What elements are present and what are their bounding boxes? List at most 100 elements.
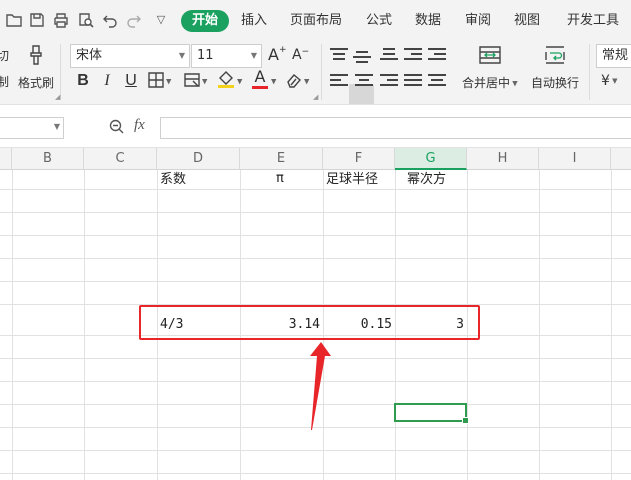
cell-g-header[interactable]: 幂次方 <box>407 171 446 189</box>
grid-line <box>0 473 631 474</box>
redo-icon[interactable] <box>125 11 143 29</box>
grid-line <box>0 189 631 190</box>
cut-button[interactable]: 切 <box>0 47 9 64</box>
distributed-align-icon[interactable] <box>428 73 446 89</box>
decrease-indent-icon[interactable] <box>404 47 422 63</box>
column-header-i[interactable]: I <box>539 148 611 170</box>
tab-view[interactable]: 视图 <box>514 10 540 32</box>
formula-input[interactable] <box>160 117 631 139</box>
menu-bar: ▽ 开始 插入 页面布局 公式 数据 审阅 视图 开发工具 <box>0 0 631 40</box>
chevron-down-icon[interactable]: ▼ <box>237 74 242 88</box>
grid-line <box>0 450 631 451</box>
number-format-select[interactable]: 常规 <box>596 44 631 68</box>
grid-line <box>539 170 540 480</box>
tab-formulas[interactable]: 公式 <box>366 10 392 32</box>
chevron-down-icon: ▼ <box>510 79 518 88</box>
tab-developer[interactable]: 开发工具 <box>567 10 619 32</box>
font-color-swatch <box>252 86 268 89</box>
justify-icon[interactable] <box>404 73 422 89</box>
merge-center-label: 合并居中 <box>462 76 511 90</box>
annotation-arrow <box>310 342 331 430</box>
merge-center-icon[interactable] <box>478 44 502 69</box>
font-color-icon[interactable]: A <box>252 69 268 89</box>
chevron-down-icon[interactable]: ▼ <box>271 74 276 88</box>
grid-line <box>0 235 631 236</box>
quick-access-dropdown-icon[interactable]: ▽ <box>152 11 170 29</box>
grid-line <box>0 281 631 282</box>
bold-button[interactable]: B <box>74 70 92 92</box>
italic-button[interactable]: I <box>98 70 116 92</box>
chevron-down-icon: ▼ <box>53 122 60 131</box>
column-header-c[interactable]: C <box>84 148 157 170</box>
chevron-down-icon[interactable]: ▼ <box>166 74 171 88</box>
open-file-icon[interactable] <box>5 11 23 29</box>
column-header-f[interactable]: F <box>323 148 395 170</box>
name-box[interactable]: ▼ <box>0 117 64 139</box>
dialog-launcher-icon[interactable]: ◢ <box>55 93 60 101</box>
fill-color-icon[interactable] <box>216 69 236 92</box>
clear-format-icon[interactable] <box>285 71 303 92</box>
zoom-icon[interactable] <box>108 118 126 139</box>
chevron-down-icon: ▼ <box>250 51 257 60</box>
font-size-value: 11 <box>197 48 214 63</box>
column-header-b[interactable]: B <box>12 148 84 170</box>
cell-f-header[interactable]: 足球半径 <box>326 171 378 189</box>
grid-line <box>0 212 631 213</box>
grid-line <box>84 170 85 480</box>
align-middle-icon[interactable] <box>353 50 371 66</box>
column-header-d[interactable]: D <box>157 148 240 170</box>
format-painter-icon[interactable] <box>24 43 48 67</box>
formula-bar: ▼ fx <box>0 104 631 148</box>
tab-insert[interactable]: 插入 <box>241 10 267 32</box>
tab-data[interactable]: 数据 <box>415 10 441 32</box>
wrap-text-label[interactable]: 自动换行 <box>531 74 579 91</box>
cell-e-header[interactable]: π <box>276 170 284 188</box>
align-top-icon[interactable] <box>330 47 348 63</box>
cell-style-icon[interactable] <box>183 71 201 92</box>
tab-review[interactable]: 审阅 <box>465 10 491 32</box>
divider <box>589 44 590 100</box>
chevron-down-icon[interactable]: ▼ <box>304 74 309 88</box>
increase-indent-icon[interactable] <box>428 47 446 63</box>
print-preview-icon[interactable] <box>77 11 95 29</box>
increase-font-size-icon[interactable]: A+ <box>268 45 287 64</box>
borders-icon[interactable] <box>147 71 165 92</box>
align-right-icon[interactable] <box>380 73 398 89</box>
number-format-value: 常规 <box>602 48 629 63</box>
cell-d-header[interactable]: 系数 <box>160 171 186 189</box>
font-color-glyph: A <box>254 67 266 86</box>
highlight-box <box>139 305 480 340</box>
column-header-e[interactable]: E <box>240 148 323 170</box>
underline-button[interactable]: U <box>122 70 140 92</box>
chevron-down-icon[interactable]: ▼ <box>202 74 207 88</box>
save-icon[interactable] <box>28 11 46 29</box>
tab-home[interactable]: 开始 <box>181 10 230 32</box>
chevron-down-icon: ▼ <box>609 77 618 85</box>
align-left-icon[interactable] <box>330 73 348 89</box>
grid-line <box>611 170 612 480</box>
align-bottom-icon[interactable] <box>380 47 398 63</box>
column-header-partial[interactable] <box>611 148 631 170</box>
tab-page-layout[interactable]: 页面布局 <box>290 10 342 32</box>
dialog-launcher-icon[interactable]: ◢ <box>313 93 318 101</box>
merge-center-button[interactable]: 合并居中 ▼ <box>462 74 518 91</box>
column-header-g[interactable]: G <box>395 148 467 170</box>
currency-symbol: ¥ <box>601 73 610 89</box>
decrease-font-size-icon[interactable]: A− <box>292 47 309 63</box>
active-cell[interactable] <box>394 403 469 424</box>
print-icon[interactable] <box>52 11 70 29</box>
spreadsheet-grid[interactable]: 系数 π 足球半径 幂次方 4/3 3.14 0.15 3 <box>0 170 631 480</box>
format-painter-label[interactable]: 格式刷 <box>18 74 54 91</box>
font-size-select[interactable]: 11 ▼ <box>191 44 262 68</box>
fx-icon[interactable]: fx <box>134 117 145 134</box>
align-center-icon[interactable] <box>355 73 373 89</box>
font-name-value: 宋体 <box>76 48 103 63</box>
row-header-corner[interactable] <box>0 148 12 170</box>
copy-button[interactable]: 制 <box>0 73 9 90</box>
column-header-h[interactable]: H <box>467 148 539 170</box>
wrap-text-icon[interactable] <box>543 44 567 69</box>
font-name-select[interactable]: 宋体 ▼ <box>70 44 190 68</box>
undo-icon[interactable] <box>101 11 119 29</box>
currency-format-button[interactable]: ¥ ▼ <box>601 73 618 89</box>
divider <box>321 44 322 100</box>
